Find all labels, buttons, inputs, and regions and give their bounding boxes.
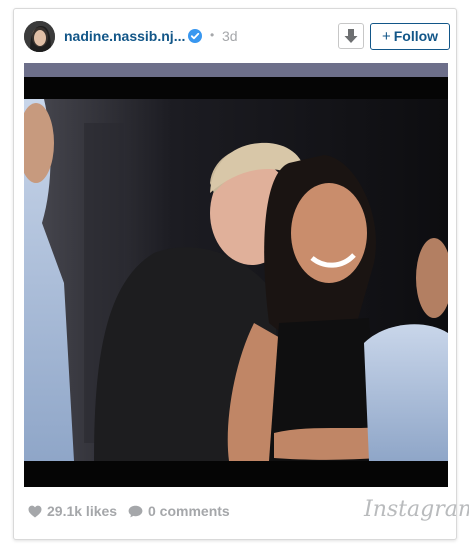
post-footer: 29.1k likes 0 comments Instagram — [14, 487, 469, 539]
download-arrow-icon — [344, 29, 358, 43]
speech-bubble-icon — [128, 505, 143, 518]
photo-image — [24, 63, 448, 487]
avatar[interactable] — [24, 21, 55, 52]
instagram-logo[interactable]: Instagram — [364, 497, 469, 522]
verified-badge-icon — [188, 29, 202, 43]
separator-dot: • — [210, 28, 215, 42]
likes-label: 29.1k likes — [47, 503, 118, 519]
post-photo[interactable] — [24, 63, 448, 487]
likes-count[interactable]: 29.1k likes — [28, 503, 117, 519]
post-header: nadine.nassib.nj... • 3d + Follow — [14, 9, 456, 66]
instagram-embed-card: nadine.nassib.nj... • 3d + Follow 29.1k … — [13, 8, 469, 540]
follow-label: Follow — [393, 28, 439, 44]
follow-button[interactable]: + Follow — [370, 23, 450, 50]
username-link[interactable]: nadine.nassib.nj... — [64, 28, 185, 44]
heart-icon — [28, 505, 42, 518]
post-timestamp[interactable]: 3d — [222, 28, 238, 44]
download-button[interactable] — [338, 23, 364, 49]
plus-icon: + — [381, 28, 391, 45]
comments-label: 0 comments — [148, 503, 230, 519]
comments-count[interactable]: 0 comments — [128, 503, 230, 519]
